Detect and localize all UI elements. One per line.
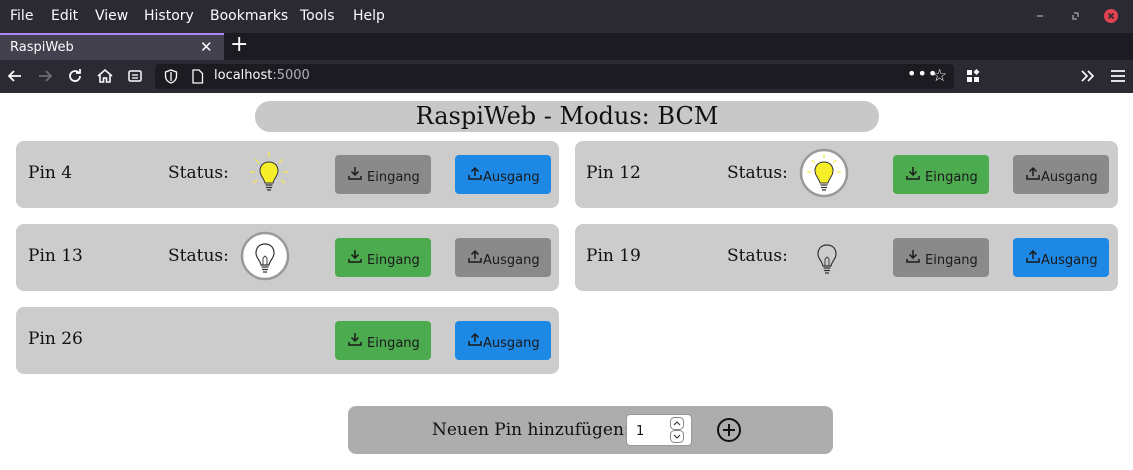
pin-label: Pin 26 — [28, 329, 83, 349]
eingang-label: Eingang — [925, 253, 978, 268]
menu-bar: File Edit View History Bookmarks Tools H… — [0, 0, 1133, 33]
lightbulb-off-icon — [817, 244, 837, 274]
pin-number-input[interactable]: 1 — [626, 414, 692, 446]
menu-help[interactable]: Help — [353, 8, 385, 24]
menu-tools[interactable]: Tools — [300, 8, 335, 24]
forward-icon[interactable] — [35, 66, 55, 86]
url-bar[interactable]: localhost:5000 ••• ☆ — [155, 64, 954, 89]
upload-icon — [468, 249, 482, 263]
ausgang-label: Ausgang — [483, 336, 540, 351]
tab-title: RaspiWeb — [10, 40, 74, 55]
eingang-label: Eingang — [367, 170, 420, 185]
download-icon — [906, 167, 920, 180]
back-icon[interactable] — [5, 66, 25, 86]
pin-card: Pin 13 Status: Eingang Ausgang — [16, 224, 559, 291]
pin-card: Pin 26 Eingang Ausgang — [16, 307, 559, 374]
tracking-shield-icon[interactable] — [164, 69, 178, 84]
eingang-button[interactable]: Eingang — [335, 321, 431, 360]
url-text: localhost:5000 — [214, 68, 310, 83]
add-pin-label: Neuen Pin hinzufügen: — [432, 420, 630, 440]
page-header: RaspiWeb - Modus: BCM — [255, 101, 879, 132]
add-pin-bar: Neuen Pin hinzufügen: 1 — [348, 406, 833, 454]
upload-icon — [468, 166, 482, 180]
ausgang-button[interactable]: Ausgang — [1013, 155, 1109, 194]
reader-view-icon[interactable] — [125, 66, 145, 86]
upload-icon — [468, 332, 482, 346]
page-title: RaspiWeb - Modus: BCM — [415, 102, 719, 130]
ausgang-label: Ausgang — [1041, 253, 1098, 268]
close-window-icon[interactable] — [1104, 9, 1118, 23]
pin-label: Pin 13 — [28, 246, 83, 266]
lightbulb-on-icon[interactable] — [799, 148, 849, 198]
pin-card: Pin 4 Status: Eingang Ausgang — [16, 141, 559, 208]
download-icon — [348, 167, 362, 180]
menu-view[interactable]: View — [95, 8, 128, 24]
lightbulb-off-icon[interactable] — [240, 231, 290, 281]
eingang-button[interactable]: Eingang — [335, 155, 431, 194]
ausgang-label: Ausgang — [483, 253, 540, 268]
ausgang-button[interactable]: Ausgang — [455, 155, 551, 194]
status-label: Status: — [727, 246, 788, 266]
pin-number-value: 1 — [636, 424, 645, 439]
page-content: RaspiWeb - Modus: BCM Pin 4 Status: Eing… — [0, 93, 1133, 470]
eingang-button[interactable]: Eingang — [893, 155, 989, 194]
ausgang-button[interactable]: Ausgang — [455, 238, 551, 277]
tab-raspiweb[interactable]: RaspiWeb ✕ — [0, 33, 224, 60]
eingang-label: Eingang — [925, 170, 978, 185]
eingang-button[interactable]: Eingang — [335, 238, 431, 277]
menu-edit[interactable]: Edit — [51, 8, 78, 24]
ausgang-button[interactable]: Ausgang — [455, 321, 551, 360]
tab-bar: RaspiWeb ✕ + — [0, 33, 1133, 60]
upload-icon — [1026, 249, 1040, 263]
library-icon[interactable] — [964, 66, 984, 86]
add-circle-icon[interactable] — [716, 417, 742, 443]
navigation-bar: localhost:5000 ••• ☆ — [0, 60, 1133, 93]
download-icon — [906, 250, 920, 263]
download-icon — [348, 333, 362, 346]
pin-label: Pin 19 — [586, 246, 641, 266]
menu-history[interactable]: History — [144, 8, 194, 24]
menu-bookmarks[interactable]: Bookmarks — [210, 8, 288, 24]
url-port: :5000 — [272, 68, 310, 83]
reload-icon[interactable] — [65, 66, 85, 86]
hamburger-menu-icon[interactable] — [1108, 66, 1128, 86]
status-label: Status: — [727, 163, 788, 183]
pin-card: Pin 12 Status: Eingang Ausgang — [575, 141, 1118, 208]
bookmark-star-icon[interactable]: ☆ — [932, 66, 947, 86]
close-tab-icon[interactable]: ✕ — [200, 38, 213, 56]
eingang-label: Eingang — [367, 336, 420, 351]
page-info-icon[interactable] — [191, 69, 204, 84]
new-tab-icon[interactable]: + — [230, 34, 248, 56]
status-label: Status: — [168, 246, 229, 266]
eingang-button[interactable]: Eingang — [893, 238, 989, 277]
overflow-chevrons-icon[interactable] — [1078, 66, 1098, 86]
menu-file[interactable]: File — [10, 8, 33, 24]
url-host: localhost — [214, 68, 273, 83]
ausgang-label: Ausgang — [1041, 170, 1098, 185]
pin-label: Pin 4 — [28, 163, 73, 183]
eingang-label: Eingang — [367, 253, 420, 268]
status-label: Status: — [168, 163, 229, 183]
pin-label: Pin 12 — [586, 163, 641, 183]
lightbulb-on-icon — [250, 152, 288, 191]
pin-card: Pin 19 Status: Eingang Ausgang — [575, 224, 1118, 291]
ausgang-button[interactable]: Ausgang — [1013, 238, 1109, 277]
number-spinner-icon[interactable] — [670, 417, 684, 443]
upload-icon — [1026, 166, 1040, 180]
maximize-icon[interactable] — [1069, 9, 1083, 23]
download-icon — [348, 250, 362, 263]
minimize-icon[interactable] — [1034, 9, 1048, 23]
home-icon[interactable] — [95, 66, 115, 86]
ausgang-label: Ausgang — [483, 170, 540, 185]
